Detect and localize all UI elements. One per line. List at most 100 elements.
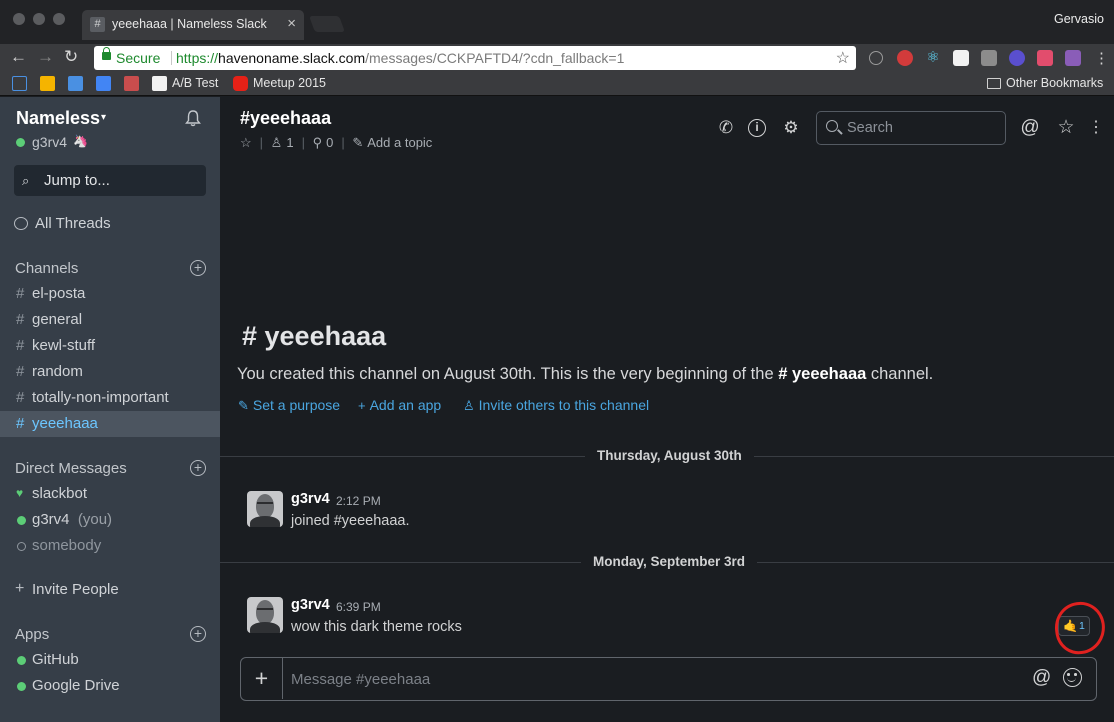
crx-extension-icon[interactable] [981,50,997,66]
calendar-bookmark-icon[interactable] [68,76,83,91]
message-time[interactable]: 2:12 PM [336,494,381,508]
new-tab-button[interactable] [309,16,345,32]
intro-channel-name[interactable]: # yeeehaaa [778,365,866,383]
star-channel-icon[interactable]: ☆ [240,135,252,150]
message-input[interactable] [291,668,1011,690]
window-zoom-button[interactable] [53,13,65,25]
youtube-icon[interactable] [233,76,248,91]
sidebar-item-g3rv4[interactable]: g3rv4 (you) [0,507,220,533]
address-bar[interactable]: Secure https://havenoname.slack.com/mess… [94,46,856,70]
channel-title[interactable]: #yeeehaaa [240,108,331,129]
url-text[interactable]: https://havenoname.slack.com/messages/CC… [176,50,624,66]
hash-icon: # [16,415,25,432]
direct-messages-heading[interactable]: Direct Messages [15,460,127,477]
sidebar-item-github[interactable]: GitHub [0,647,220,673]
invite-others-link[interactable]: ♙ Invite others to this channel [463,397,649,414]
invader-extension-icon[interactable] [1009,50,1025,66]
sidebar-item-yeeehaaa[interactable]: # yeeehaaa [0,411,220,437]
channels-heading[interactable]: Channels [15,260,78,277]
docs-bookmark-icon[interactable] [96,76,111,91]
attach-plus-icon[interactable]: + [241,658,283,699]
chat-bookmark-icon[interactable] [12,76,27,91]
pins-count[interactable]: 0 [326,135,333,150]
dm-label: slackbot [32,485,88,502]
window-close-button[interactable] [13,13,25,25]
react-devtools-icon[interactable]: ⚛ [925,50,941,66]
store-bookmark-icon[interactable] [124,76,139,91]
set-purpose-label: Set a purpose [252,397,341,413]
sidebar-item-kewl-stuff[interactable]: # kewl-stuff [0,333,220,359]
add-app-link[interactable]: + Add an app [358,397,441,413]
sidebar-item-slackbot[interactable]: ♥ slackbot [0,481,220,507]
message-author[interactable]: g3rv4 [291,597,330,613]
current-user-name[interactable]: g3rv4 [32,134,67,150]
add-channel-icon[interactable]: + [190,260,206,276]
sidebar-item-random[interactable]: # random [0,359,220,385]
members-count[interactable]: 1 [286,135,293,150]
emoji-icon[interactable] [1063,668,1082,687]
glasses-extension-icon[interactable] [953,50,969,66]
chevron-down-icon[interactable]: ▾ [101,112,106,123]
bookmark-meetup[interactable]: Meetup 2015 [253,76,326,90]
browser-tab[interactable]: # yeeehaaa | Nameless Slack × [82,10,304,40]
info-icon[interactable]: i [748,119,766,137]
pin-icon[interactable]: ⚲ [313,135,323,150]
sidebar-item-totally-non-important[interactable]: # totally-non-important [0,385,220,411]
tab-close-icon[interactable]: × [287,15,296,32]
avatar[interactable] [247,491,283,527]
online-status-dot [17,516,26,525]
checker-extension-icon[interactable] [1037,50,1053,66]
gear-icon[interactable]: ⚙ [781,118,801,138]
more-icon[interactable]: ⋮ [1086,118,1106,138]
jump-to-button[interactable]: ⌕ Jump to... [14,165,206,196]
other-bookmarks[interactable]: Other Bookmarks [1006,76,1103,90]
bell-icon[interactable] [185,110,201,127]
bookmark-ab-test[interactable]: A/B Test [172,76,218,90]
search-input[interactable] [847,118,997,138]
apps-heading[interactable]: Apps [15,626,49,643]
add-topic-link[interactable]: Add a topic [367,135,432,150]
info-extension-icon[interactable] [869,51,883,65]
phone-icon[interactable]: ✆ [716,118,736,138]
add-app-label: Add an app [369,397,442,413]
set-purpose-link[interactable]: ✎ Set a purpose [238,397,340,414]
forward-arrow-icon[interactable]: → [37,47,54,67]
reload-icon[interactable]: ↻ [64,47,78,67]
browser-toolbar: ← → ↻ Secure https://havenoname.slack.co… [0,44,1114,72]
starred-icon[interactable]: ☆ [1056,118,1076,138]
avatar[interactable] [247,597,283,633]
add-dm-icon[interactable]: + [190,460,206,476]
add-app-icon[interactable]: + [190,626,206,642]
all-threads-link[interactable]: All Threads [35,215,111,232]
sidebar-item-google-drive[interactable]: Google Drive [0,673,220,699]
message-author[interactable]: g3rv4 [291,491,330,507]
message-time[interactable]: 6:39 PM [336,600,381,614]
channel-label: totally-non-important [32,389,169,406]
browser-menu-icon[interactable]: ⋮ [1094,49,1109,67]
search-box[interactable] [816,111,1006,145]
unicorn-icon: 🦄 [73,134,88,148]
window-minimize-button[interactable] [33,13,45,25]
sidebar-item-el-posta[interactable]: # el-posta [0,281,220,307]
ab-test-bookmark-icon[interactable] [152,76,167,91]
mention-icon[interactable]: @ [1032,667,1051,689]
invite-people-button[interactable]: + Invite People [0,577,220,603]
back-arrow-icon[interactable]: ← [10,47,27,67]
url-host: havenoname.slack.com [218,50,366,66]
dm-name: g3rv4 [32,511,70,528]
url-scheme: https:// [176,50,219,66]
profile-name[interactable]: Gervasio [1054,12,1104,26]
day-label: Thursday, August 30th [585,448,754,463]
notes-bookmark-icon[interactable] [40,76,55,91]
online-status-dot [17,656,26,665]
app-label: GitHub [32,651,79,668]
sidebar-item-general[interactable]: # general [0,307,220,333]
octocat-extension-icon[interactable] [1065,50,1081,66]
team-name[interactable]: Nameless [16,108,100,129]
hash-icon: # [16,363,25,380]
adblock-extension-icon[interactable] [897,50,913,66]
mentions-icon[interactable]: @ [1020,118,1040,138]
bookmark-star-icon[interactable]: ☆ [836,48,850,68]
sidebar-item-somebody[interactable]: somebody [0,533,220,559]
members-icon[interactable]: ♙ [271,135,283,150]
